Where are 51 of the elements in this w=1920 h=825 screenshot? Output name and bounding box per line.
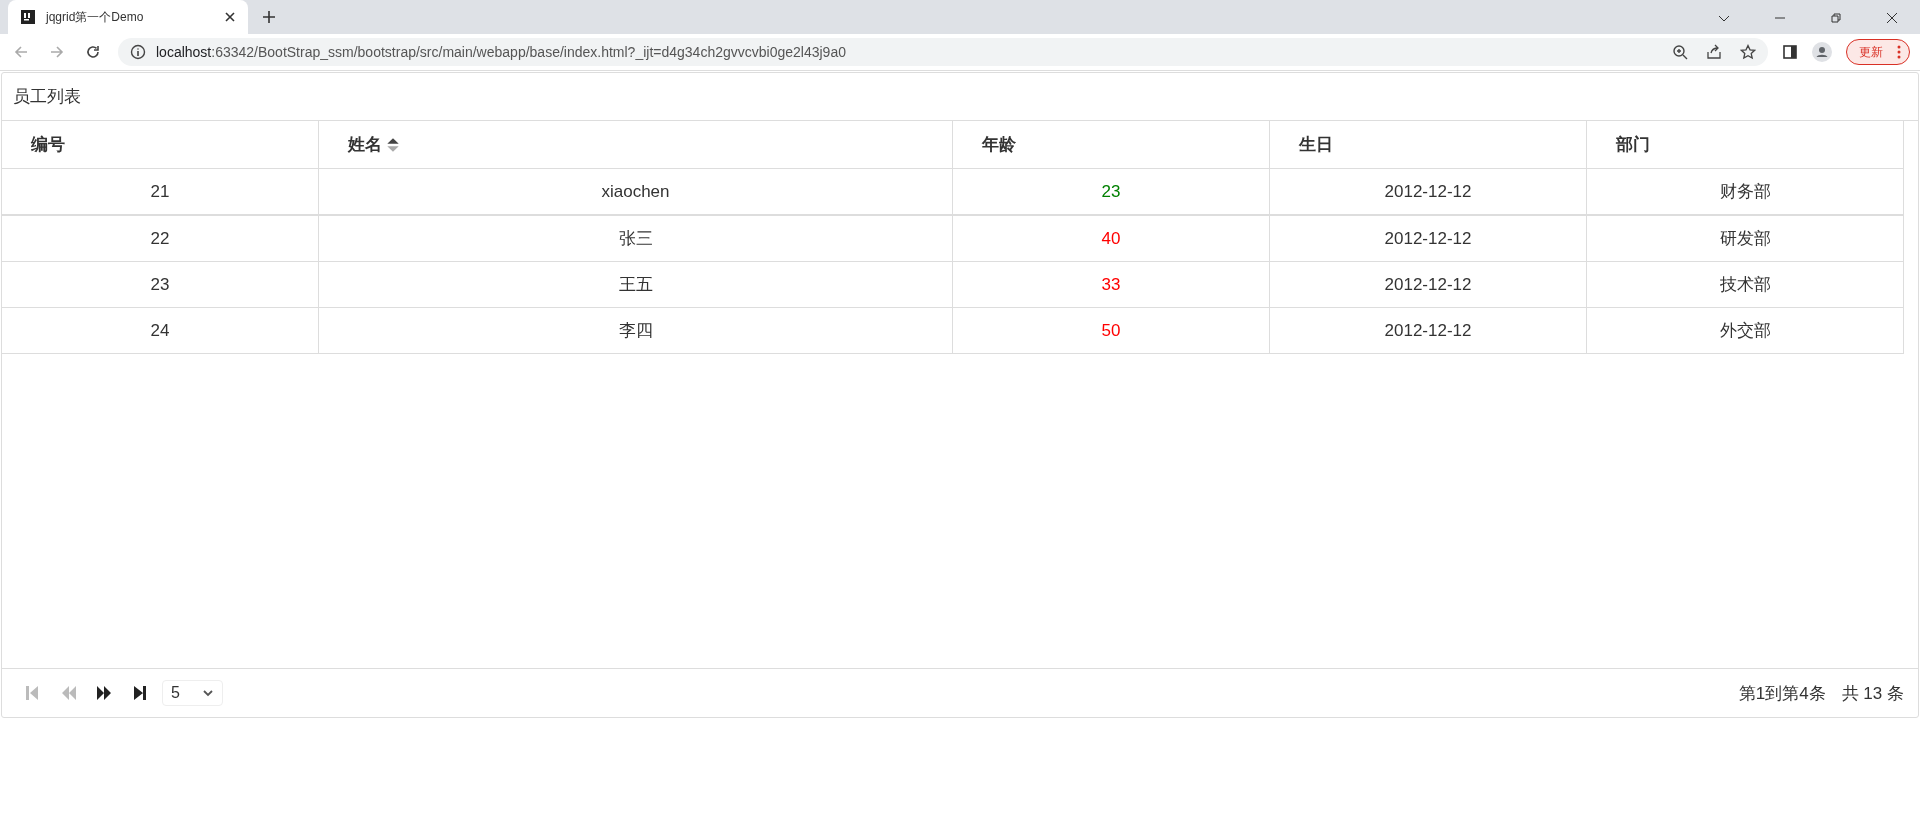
- table-cell: 23: [953, 169, 1270, 214]
- table-cell-text: 研发部: [1718, 228, 1772, 250]
- address-field[interactable]: localhost:63342/BootStrap_ssm/bootstrap/src/main/webapp/base/index.html?_ijt=d4g34ch2gvvcvbi0ge2l43j9a0: [118, 38, 1768, 66]
- table-cell: 33: [953, 262, 1270, 307]
- table-cell: 2012-12-12: [1270, 169, 1587, 214]
- table-cell: 李四: [319, 308, 953, 353]
- column-header[interactable]: 年龄: [953, 121, 1270, 168]
- close-icon[interactable]: [224, 11, 236, 23]
- column-header[interactable]: 部门: [1587, 121, 1903, 168]
- table-cell: 50: [953, 308, 1270, 353]
- table-cell: 23: [2, 262, 319, 307]
- url-text: localhost:63342/BootStrap_ssm/bootstrap/src/main/webapp/base/index.html?_ijt=d4g34ch2gvvcvbi0ge2l43j9a0: [156, 44, 846, 60]
- star-icon[interactable]: [1740, 44, 1756, 60]
- table-cell-text: 技术部: [1718, 274, 1772, 296]
- chevron-down-icon[interactable]: [201, 687, 214, 699]
- column-header[interactable]: 姓名: [319, 121, 953, 168]
- pager-next-icon[interactable]: [96, 685, 112, 701]
- table-cell: 24: [2, 308, 319, 353]
- column-header[interactable]: 生日: [1270, 121, 1587, 168]
- record-range-text: 第1到第4条: [1738, 682, 1826, 705]
- table-cell: xiaochen: [319, 169, 953, 214]
- restore-icon[interactable]: [1830, 12, 1842, 24]
- update-button[interactable]: 更新: [1846, 39, 1910, 65]
- info-icon: [130, 44, 146, 60]
- grid-caption: 员工列表: [2, 73, 1918, 121]
- record-total-text: 共 13 条: [1841, 682, 1904, 705]
- reload-icon[interactable]: [85, 44, 101, 60]
- table-cell-text: 财务部: [1718, 181, 1772, 203]
- table-cell: 张三: [319, 216, 953, 261]
- app-logo-icon: [20, 9, 36, 25]
- table-cell: 王五: [319, 262, 953, 307]
- table-cell: 40: [953, 216, 1270, 261]
- tab-title: jqgrid第一个Demo: [46, 8, 145, 26]
- page-size-select[interactable]: 5: [162, 680, 223, 706]
- pager-last-icon[interactable]: [132, 685, 148, 701]
- table-cell-text: 外交部: [1718, 320, 1772, 342]
- column-header[interactable]: 编号: [2, 121, 319, 168]
- share-icon[interactable]: [1706, 44, 1722, 60]
- profile-avatar-icon[interactable]: [1812, 42, 1832, 62]
- zoom-icon[interactable]: [1672, 44, 1688, 60]
- sort-icon[interactable]: [386, 136, 400, 153]
- browser-tab[interactable]: jqgrid第一个Demo: [8, 0, 248, 34]
- table-cell: 2012-12-12: [1270, 216, 1587, 261]
- new-tab-icon[interactable]: [262, 10, 276, 24]
- table-cell: 2012-12-12: [1270, 262, 1587, 307]
- more-dots-icon[interactable]: [1897, 45, 1901, 59]
- table-cell: 2012-12-12: [1270, 308, 1587, 353]
- table-cell: 22: [2, 216, 319, 261]
- side-panel-icon[interactable]: [1782, 44, 1798, 60]
- table-cell: 21: [2, 169, 319, 214]
- close-icon[interactable]: [1886, 12, 1898, 24]
